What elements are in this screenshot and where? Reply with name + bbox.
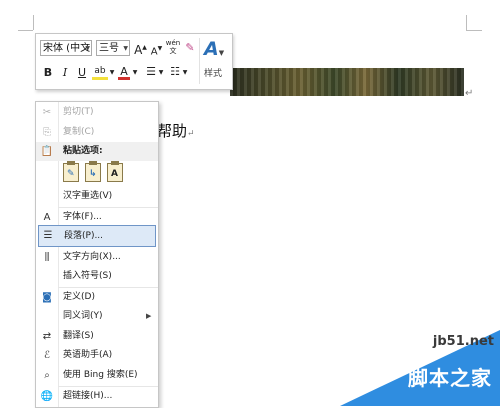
scissors-icon: ✂ xyxy=(42,107,52,118)
grow-font-button[interactable]: A▲ xyxy=(134,41,147,57)
submenu-arrow-icon: ▶ xyxy=(146,312,152,320)
chevron-down-icon[interactable]: ▼ xyxy=(109,66,115,80)
page-corner-mark xyxy=(18,30,33,31)
menu-item-insert-symbol[interactable]: 插入符号(S) xyxy=(36,267,158,286)
bold-button[interactable]: B xyxy=(42,66,54,80)
menu-item-define[interactable]: ◙ 定义(D) xyxy=(36,288,158,307)
menu-item-copy[interactable]: ⎘ 复制(C) xyxy=(36,123,158,142)
font-name-value: 宋体 (中文 xyxy=(43,43,91,54)
toolbar-divider xyxy=(199,38,200,84)
chevron-down-icon[interactable]: ▼ xyxy=(123,41,128,57)
copy-icon: ⎘ xyxy=(43,127,51,138)
chevron-down-icon[interactable]: ▼ xyxy=(182,66,188,80)
styles-icon[interactable]: A▼ xyxy=(204,38,224,60)
page-corner-mark xyxy=(466,30,482,31)
font-size-value: 三号 xyxy=(99,43,119,54)
italic-button[interactable]: I xyxy=(59,66,71,80)
menu-item-text-direction[interactable]: ⫼ 文字方向(X)... xyxy=(36,248,158,267)
clear-format-button[interactable]: ✎ xyxy=(183,41,197,55)
font-size-combo[interactable]: 三号 ▼ xyxy=(96,40,130,56)
bullet-list-icon: ☰ xyxy=(146,65,156,78)
mini-toolbar: 宋体 (中文 ▼ 三号 ▼ A▲ A▼ wén 文 ✎ A▼ 样式 B I U … xyxy=(35,33,233,90)
shrink-font-icon: A xyxy=(150,46,158,58)
highlighter-icon: ab xyxy=(94,66,106,76)
shrink-font-button[interactable]: A▼ xyxy=(150,42,163,59)
page-corner-mark xyxy=(33,15,34,30)
highlight-button[interactable]: ab xyxy=(92,66,108,80)
chevron-down-icon[interactable]: ▼ xyxy=(85,41,90,55)
english-assistant-icon: ℰ xyxy=(43,350,51,361)
paste-options-row: ✎ ↳ A xyxy=(58,161,157,184)
menu-item-english-assistant[interactable]: ℰ 英语助手(A) xyxy=(36,346,158,365)
page-corner-mark xyxy=(466,15,467,30)
menu-item-synonyms[interactable]: 同义词(Y) ▶ xyxy=(36,307,158,326)
document-text-fragment: 帮助 xyxy=(157,122,188,140)
menu-header-paste-options: 📋 粘贴选项: xyxy=(36,142,158,161)
paste-merge-format-icon[interactable]: ↳ xyxy=(85,161,101,182)
bullets-button[interactable]: ☰ xyxy=(144,65,158,79)
phonetic-guide-button[interactable]: wén 文 xyxy=(165,39,181,55)
watermark-name: 脚本之家 xyxy=(408,366,492,390)
paste-text-only-icon[interactable]: A xyxy=(107,161,123,182)
menu-item-hanzi-reselect[interactable]: 汉字重选(V) xyxy=(36,187,158,206)
menu-item-translate[interactable]: ⇄ 翻译(S) xyxy=(36,327,158,346)
chevron-down-icon[interactable]: ▼ xyxy=(158,66,164,80)
font-name-combo[interactable]: 宋体 (中文 ▼ xyxy=(40,40,92,56)
underline-button[interactable]: U xyxy=(76,66,88,80)
paragraph-mark: ↵ xyxy=(465,88,474,99)
font-color-button[interactable]: A xyxy=(118,66,130,80)
define-icon: ◙ xyxy=(42,292,52,303)
italic-icon: I xyxy=(62,66,68,79)
phonetic-guide-icon: wén 文 xyxy=(165,39,181,55)
context-menu: ✂ 剪切(T) ⎘ 复制(C) 📋 粘贴选项: ✎ ↳ A 汉字重选(V) A … xyxy=(35,101,159,408)
search-icon: ⌕ xyxy=(44,370,50,381)
menu-item-paragraph[interactable]: ☰ 段落(P)... xyxy=(38,225,156,247)
watermark: jb51.net 脚本之家 xyxy=(340,330,500,406)
paragraph-mark: ↵ xyxy=(187,129,195,139)
paste-keep-source-icon[interactable]: ✎ xyxy=(63,161,79,182)
chevron-down-icon[interactable]: ▼ xyxy=(132,66,138,80)
bold-icon: B xyxy=(43,66,53,79)
watermark-url: jb51.net xyxy=(432,334,494,349)
translate-icon: ⇄ xyxy=(42,331,52,342)
menu-item-cut[interactable]: ✂ 剪切(T) xyxy=(36,103,158,122)
styles-label[interactable]: 样式 xyxy=(204,66,222,79)
menu-item-bing-search[interactable]: ⌕ 使用 Bing 搜索(E) xyxy=(36,366,158,385)
menu-item-hyperlink[interactable]: 🌐 超链接(H)... xyxy=(36,387,158,406)
eraser-icon: ✎ xyxy=(185,41,195,54)
document-text[interactable]: 帮助↵ xyxy=(157,120,195,141)
underline-icon: U xyxy=(77,66,87,79)
document-image[interactable] xyxy=(230,68,464,96)
font-color-icon: A xyxy=(120,65,128,78)
paragraph-icon: ☰ xyxy=(43,230,53,241)
numbered-list-icon: ☷ xyxy=(170,65,180,78)
hyperlink-icon: 🌐 xyxy=(40,391,54,402)
numbering-button[interactable]: ☷ xyxy=(168,65,182,79)
clipboard-icon: 📋 xyxy=(40,146,54,157)
text-direction-icon: ⫼ xyxy=(44,252,50,263)
